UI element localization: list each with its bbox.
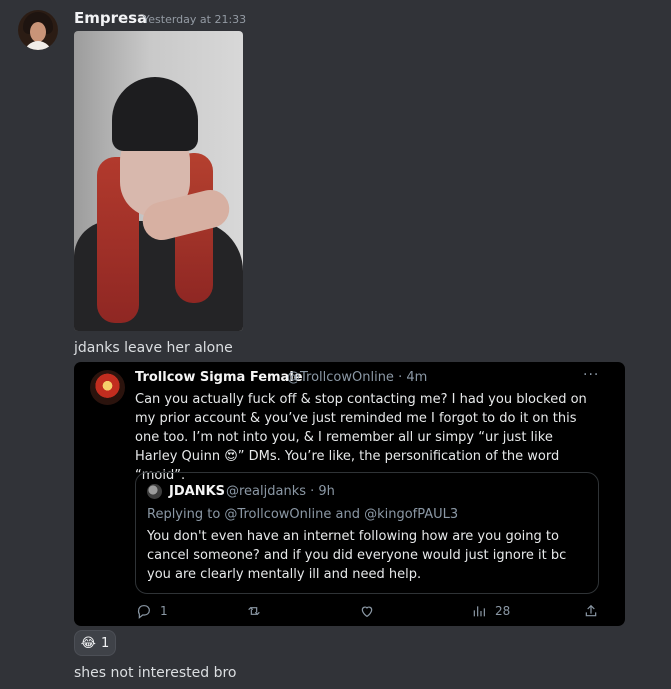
retweet-icon — [248, 606, 260, 616]
reaction-count: 1 — [100, 635, 110, 651]
attached-image[interactable] — [74, 31, 243, 331]
message-timestamp: Yesterday at 21:33 — [143, 13, 247, 26]
reaction-emoji: 😂 — [80, 635, 96, 651]
quoted-body: You don't even have an internet followin… — [147, 529, 567, 582]
tweet-display-name: Trollcow Sigma Female — [135, 370, 303, 385]
avatar-face — [30, 22, 46, 42]
tweet-body: Can you actually fuck off & stop contact… — [135, 392, 587, 483]
user-avatar[interactable] — [18, 10, 58, 50]
share-action[interactable] — [583, 603, 607, 619]
reply-action[interactable]: 1 — [136, 603, 168, 619]
reply-icon — [137, 605, 150, 619]
avatar-shirt — [24, 41, 52, 50]
tweet-avatar — [90, 370, 125, 405]
message-author[interactable]: Empresa — [74, 9, 147, 27]
reaction-pill[interactable]: 😂 1 — [74, 630, 116, 656]
reply-count: 1 — [160, 604, 168, 618]
quoted-display-name: JDANKS — [169, 484, 226, 499]
view-count: 28 — [495, 604, 511, 618]
quoted-reply-context: Replying to @TrollcowOnline and @kingofP… — [147, 507, 459, 522]
quoted-tweet[interactable]: JDANKS @realjdanks · 9h Replying to @Tro… — [135, 472, 599, 594]
follow-up-message: shes not interested bro — [74, 665, 237, 681]
tweet-handle-time: @TrollcowOnline · 4m — [287, 370, 428, 385]
retweet-action[interactable] — [246, 603, 270, 619]
quoted-avatar — [147, 484, 162, 499]
tweet-embed[interactable]: Trollcow Sigma Female @TrollcowOnline · … — [74, 362, 625, 626]
views-icon — [473, 606, 485, 617]
like-action[interactable] — [359, 603, 383, 619]
more-options-icon[interactable]: ··· — [583, 367, 599, 383]
heart-icon — [361, 606, 373, 618]
quoted-handle-time: @realjdanks · 9h — [226, 484, 335, 499]
message-caption: jdanks leave her alone — [74, 340, 233, 356]
share-icon — [585, 604, 597, 617]
photo-beanie — [112, 77, 198, 151]
views-action[interactable]: 28 — [471, 603, 510, 619]
